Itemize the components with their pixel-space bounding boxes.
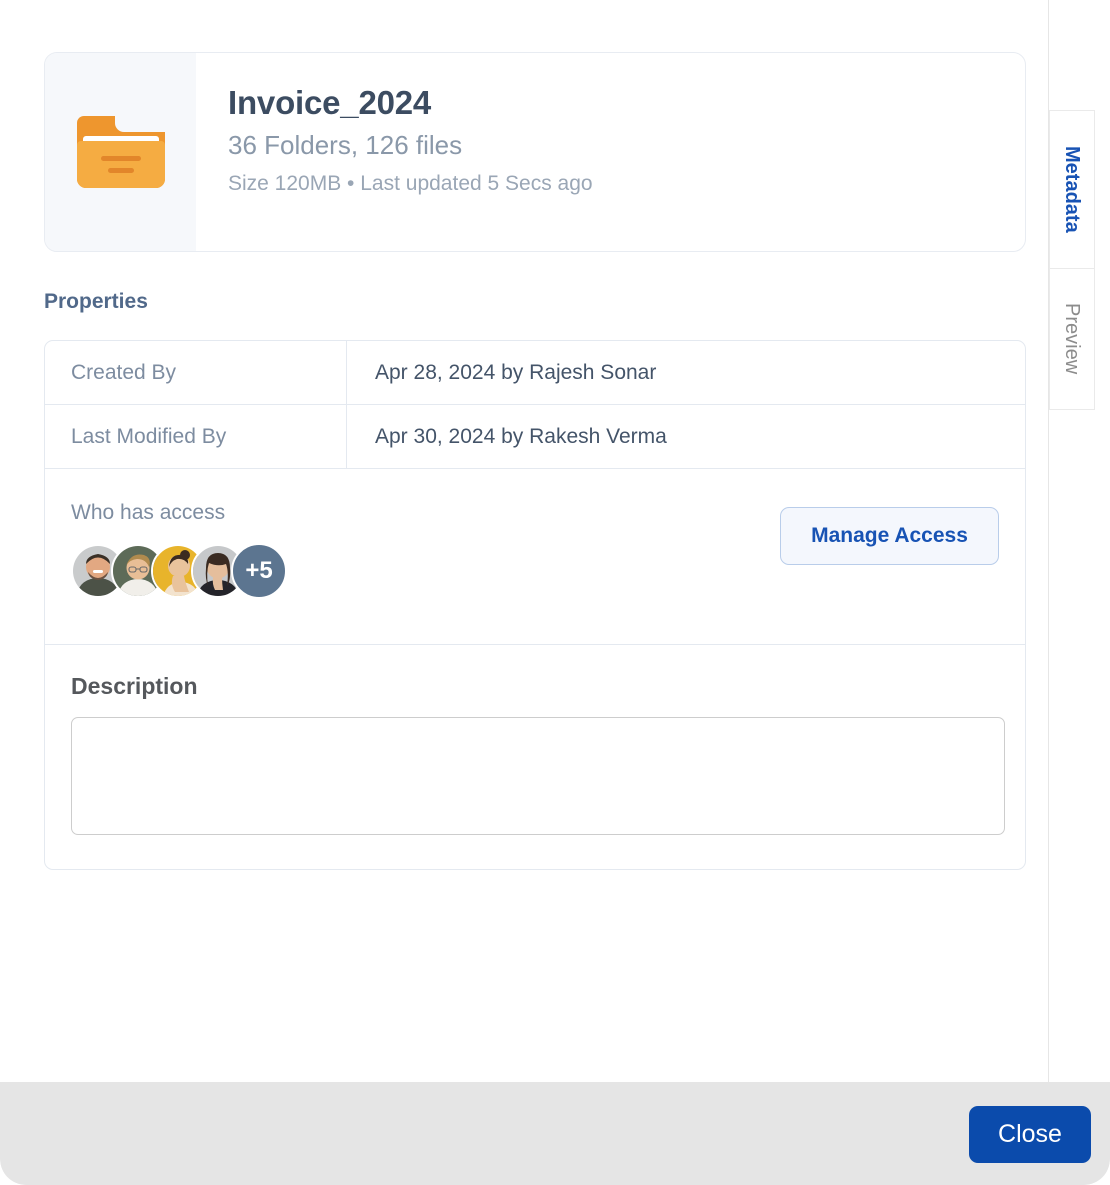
description-label: Description [71,673,198,699]
properties-heading: Properties [44,290,148,313]
file-details-dialog: Invoice_2024 36 Folders, 126 files Size … [0,0,1110,1185]
who-has-access-section: Who has access +5 Manage Access [45,469,1025,645]
file-meta: Size 120MB • Last updated 5 Secs ago [228,171,593,195]
description-input[interactable] [71,717,1005,835]
folder-icon-front [76,141,165,188]
folder-icon-line-1 [100,156,141,161]
property-value: Apr 30, 2024 by Rakesh Verma [375,424,667,448]
table-row: Last Modified By Apr 30, 2024 by Rakesh … [45,405,1025,469]
tab-preview[interactable]: Preview [1049,268,1095,410]
dialog-content: Invoice_2024 36 Folders, 126 files Size … [0,0,1048,1082]
avatar-overflow-count[interactable]: +5 [231,543,287,599]
file-header-card: Invoice_2024 36 Folders, 126 files Size … [44,52,1026,252]
dialog-footer: Close [0,1082,1110,1185]
file-icon-panel [45,53,196,251]
manage-access-button[interactable]: Manage Access [780,507,999,565]
file-counts: 36 Folders, 126 files [228,130,463,161]
folder-icon-line-2 [107,168,134,173]
property-label: Created By [45,341,347,404]
property-label: Last Modified By [45,405,347,468]
description-section: Description [45,645,1025,869]
folder-icon-tab-cut [114,116,165,132]
property-value: Apr 28, 2024 by Rajesh Sonar [375,360,657,384]
tab-preview-label: Preview [1061,303,1083,375]
tab-metadata-label: Metadata [1061,146,1083,233]
properties-card: Created By Apr 28, 2024 by Rajesh Sonar … [44,340,1026,870]
file-title: Invoice_2024 [228,84,432,121]
table-row: Created By Apr 28, 2024 by Rajesh Sonar [45,341,1025,405]
folder-icon [76,116,165,188]
side-tab-rail: Metadata Preview [1048,0,1110,1082]
tab-metadata[interactable]: Metadata [1049,110,1095,268]
file-header-text: Invoice_2024 36 Folders, 126 files Size … [196,53,1025,251]
close-button[interactable]: Close [969,1106,1091,1163]
